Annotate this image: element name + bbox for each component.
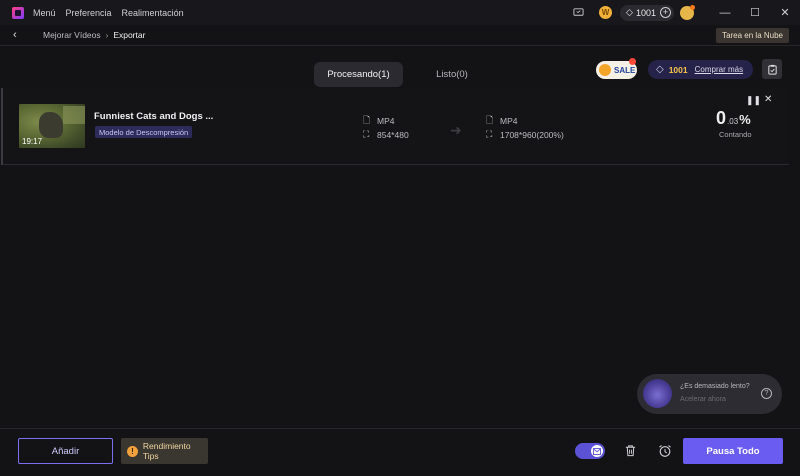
coin-icon [599, 64, 611, 76]
speed-up-toast[interactable]: ¿Es demasiado lento? Acelerar ahora ? [637, 374, 782, 414]
buy-credits-pill[interactable]: ◇ 1001 Comprar más [648, 60, 753, 79]
resolution-icon: ⛶ [486, 129, 493, 139]
model-badge: Modelo de Descompresión [95, 126, 193, 138]
trash-icon[interactable] [622, 442, 639, 459]
warning-icon: ! [127, 445, 138, 457]
breadcrumb-enhance-video[interactable]: Mejorar Vídeos [43, 30, 101, 40]
breadcrumb: ‹ Mejorar Vídeos › Exportar Tarea en la … [0, 25, 800, 46]
file-icon: 🗋 [486, 115, 494, 125]
resolution-icon: ⛶ [363, 129, 370, 139]
add-credits-icon[interactable]: + [660, 7, 671, 18]
pause-all-button[interactable]: Pausa Todo [683, 438, 783, 464]
maximize-icon[interactable]: ☐ [740, 0, 770, 25]
task-list: 19:17 Funniest Cats and Dogs ... Modelo … [1, 88, 789, 165]
diamond-icon: ◇ [626, 7, 633, 17]
video-thumbnail: 19:17 [19, 104, 85, 148]
source-format: 🗋 MP4 [363, 113, 394, 129]
task-list-button[interactable] [762, 59, 782, 79]
progress-percent: 0 .03 % [716, 108, 751, 129]
help-icon[interactable]: ? [761, 388, 772, 399]
breadcrumb-export: Exportar [113, 30, 146, 40]
arrow-right-icon: ➜ [450, 122, 462, 138]
video-title: Funniest Cats and Dogs ... [94, 111, 214, 122]
clipboard-icon [767, 64, 777, 75]
chevron-right-icon: › [105, 30, 109, 40]
alarm-clock-icon[interactable] [656, 442, 673, 459]
progress-int: 0 [716, 108, 727, 128]
pause-icon[interactable]: ❚❚ [746, 95, 761, 106]
minimize-icon[interactable]: — [710, 0, 740, 25]
target-format: 🗋 MP4 [486, 113, 517, 129]
credits-pill[interactable]: ◇ 1001 + [620, 4, 674, 21]
back-icon[interactable]: ‹ [13, 29, 25, 41]
app-logo-icon [12, 6, 24, 19]
performance-tips-label: Rendimiento Tips [142, 441, 191, 461]
close-icon[interactable]: ✕ [770, 0, 800, 25]
source-resolution-value: 854*480 [377, 129, 409, 140]
cloud-task-button[interactable]: Tarea en la Nube [716, 28, 789, 43]
menu-item-preference[interactable]: Preferencia [66, 8, 112, 18]
source-format-value: MP4 [377, 116, 395, 126]
target-resolution: ⛶ 1708*960(200%) [486, 129, 564, 140]
menu-item-feedback[interactable]: Realimentación [122, 8, 184, 18]
progress-decimal: .03 [727, 117, 739, 126]
progress-sign: % [739, 112, 751, 127]
assistant-avatar-icon [643, 379, 672, 408]
mail-icon [591, 445, 603, 457]
credits-count: 1001 [668, 64, 688, 75]
notification-dot-icon [629, 58, 636, 65]
credits-count: 1001 [635, 7, 656, 18]
thumbnail-duration: 19:17 [22, 137, 43, 146]
target-format-value: MP4 [500, 116, 518, 126]
bottom-bar: Añadir ! Rendimiento Tips Pausa Todo [0, 428, 800, 476]
target-resolution-value: 1708*960(200%) [500, 129, 564, 140]
performance-tips-button[interactable]: ! Rendimiento Tips [121, 438, 208, 464]
user-avatar-icon[interactable] [680, 4, 695, 20]
close-icon[interactable]: ✕ [764, 94, 772, 105]
email-notify-toggle[interactable] [575, 443, 605, 459]
file-icon: 🗋 [363, 115, 371, 125]
task-status: Contando [719, 130, 752, 139]
tab-processing[interactable]: Procesando(1) [314, 62, 403, 87]
add-button[interactable]: Añadir [18, 438, 113, 464]
sale-badge[interactable]: SALE [596, 58, 637, 79]
tab-done[interactable]: Listo(0) [414, 62, 490, 87]
screen-icon[interactable] [571, 6, 585, 20]
buy-more-link[interactable]: Comprar más [695, 65, 743, 74]
menu-item-menu[interactable]: Menú [33, 8, 56, 18]
title-bar: Menú Preferencia Realimentación W ◇ 1001… [0, 0, 800, 25]
source-resolution: ⛶ 854*480 [363, 129, 409, 140]
coin-icon[interactable]: W [599, 6, 613, 19]
toast-action-link[interactable]: Acelerar ahora [680, 396, 726, 403]
diamond-icon: ◇ [656, 64, 664, 75]
toast-question: ¿Es demasiado lento? [680, 383, 750, 390]
sale-label: SALE [614, 65, 636, 75]
task-row: 19:17 Funniest Cats and Dogs ... Modelo … [3, 88, 789, 165]
